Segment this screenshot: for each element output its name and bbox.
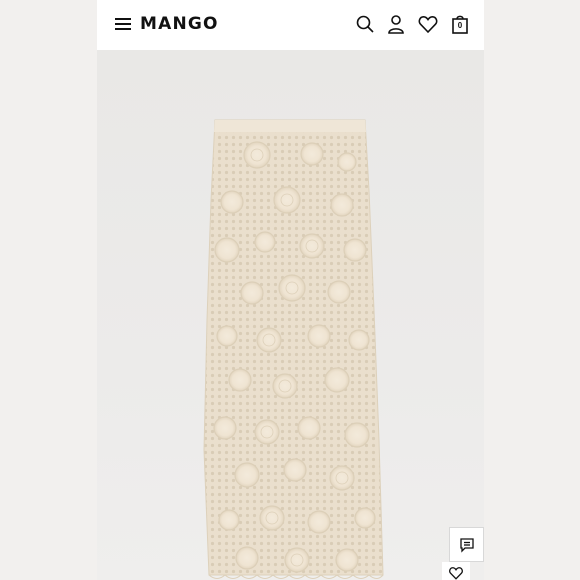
product-image[interactable]: [97, 50, 484, 580]
favorite-button[interactable]: [442, 562, 470, 580]
hamburger-menu-icon[interactable]: [113, 14, 133, 34]
lace-skirt-illustration: [203, 119, 384, 579]
user-icon[interactable]: [385, 13, 407, 35]
backdrop-right: [480, 0, 580, 580]
brand-logo[interactable]: MANGO: [140, 14, 219, 34]
app-screen: MANGO 0: [97, 0, 484, 580]
heart-outline-icon: [449, 567, 463, 580]
cart-count-badge: 0: [457, 21, 463, 30]
backdrop-left: [0, 0, 100, 580]
heart-icon[interactable]: [417, 13, 439, 35]
shopping-bag-icon[interactable]: 0: [449, 13, 471, 35]
chat-button[interactable]: [449, 527, 484, 562]
search-icon[interactable]: [354, 13, 376, 35]
top-bar: MANGO 0: [97, 0, 484, 50]
chat-icon: [459, 537, 474, 553]
